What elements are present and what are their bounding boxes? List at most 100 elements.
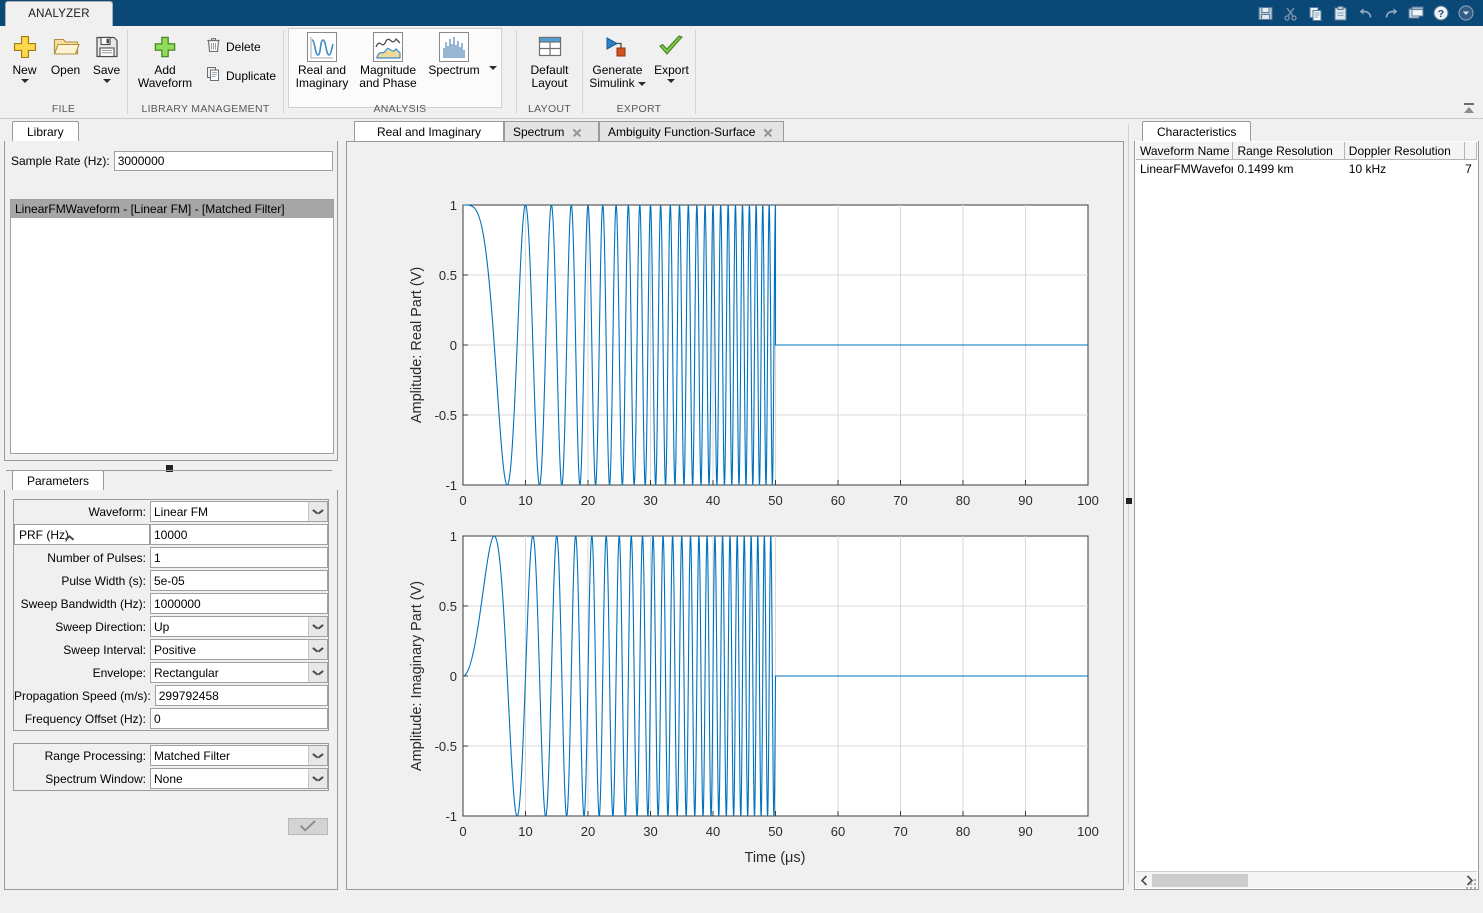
ribbon-group-library-label: LIBRARY MANAGEMENT: [128, 103, 283, 118]
column-header-waveform-name[interactable]: Waveform Name: [1136, 142, 1233, 160]
svg-text:20: 20: [581, 493, 595, 508]
prf-unit-select[interactable]: PRF (Hz): [14, 524, 150, 545]
duplicate-icon: [206, 66, 221, 85]
scroll-left-icon[interactable]: [1136, 873, 1152, 888]
tab-library[interactable]: Library: [12, 121, 79, 142]
right-panel-vertical-splitter[interactable]: [1126, 498, 1132, 504]
collapse-ribbon-button[interactable]: [1461, 101, 1477, 116]
column-header-range-resolution[interactable]: Range Resolution: [1233, 142, 1344, 160]
prf-value-input[interactable]: 10000: [150, 524, 328, 545]
svg-text:90: 90: [1018, 824, 1032, 839]
waveform-select[interactable]: Linear FM: [150, 501, 328, 522]
redo-icon[interactable]: [1379, 3, 1402, 24]
chevron-down-icon: [308, 663, 327, 682]
library-panel: Library Sample Rate (Hz): 3000000 Linear…: [4, 121, 338, 461]
real-and-imaginary-button[interactable]: Real and Imaginary: [289, 32, 355, 90]
duplicate-button[interactable]: Duplicate: [202, 63, 280, 88]
close-icon[interactable]: [572, 128, 581, 137]
save-icon[interactable]: [1254, 3, 1277, 24]
sweep-interval-value: Positive: [154, 643, 196, 657]
paste-icon[interactable]: [1329, 3, 1352, 24]
undo-icon[interactable]: [1354, 3, 1377, 24]
generate-simulink-dropdown-caret[interactable]: [638, 82, 646, 86]
new-button[interactable]: New: [4, 26, 45, 83]
real-part-ylabel: Amplitude: Real Part (V): [409, 267, 425, 423]
svg-text:50: 50: [768, 824, 782, 839]
cut-icon[interactable]: [1279, 3, 1302, 24]
new-dropdown-caret[interactable]: [21, 79, 29, 83]
number-of-pulses-input[interactable]: 1: [150, 547, 328, 568]
param-row-waveform: Waveform: Linear FM: [14, 500, 328, 523]
chevron-down-icon: [489, 66, 497, 70]
analysis-gallery-more-button[interactable]: [484, 28, 502, 108]
spectrum-window-select[interactable]: None: [150, 768, 328, 789]
sweep-bandwidth-input[interactable]: 1000000: [150, 593, 328, 614]
duplicate-label: Duplicate: [226, 69, 276, 83]
help-icon[interactable]: ?: [1429, 3, 1452, 24]
column-header-next[interactable]: [1465, 142, 1477, 160]
svg-text:-0.5: -0.5: [435, 739, 457, 754]
cell-range-resolution: 0.1499 km: [1233, 160, 1344, 177]
envelope-select[interactable]: Rectangular: [150, 662, 328, 683]
folder-open-icon: [52, 30, 80, 64]
tab-spectrum[interactable]: Spectrum: [504, 121, 599, 142]
sweep-interval-select[interactable]: Positive: [150, 639, 328, 660]
param-label-sweep-interval: Sweep Interval:: [14, 643, 150, 657]
imaginary-part-ylabel: Amplitude: Imaginary Part (V): [409, 581, 425, 771]
parameters-panel: Parameters Waveform: Linear FM PRF (Hz): [4, 470, 338, 890]
apply-button[interactable]: [288, 818, 328, 835]
param-row-propagation-speed: Propagation Speed (m/s): 299792458: [14, 684, 328, 707]
tab-library-label: Library: [27, 125, 64, 139]
generate-simulink-button[interactable]: Generate Simulink: [587, 26, 648, 90]
tab-ambiguity-function-surface[interactable]: Ambiguity Function-Surface: [599, 121, 784, 142]
add-waveform-button[interactable]: Add Waveform: [134, 26, 196, 90]
chevron-down-circle-icon[interactable]: [1454, 3, 1477, 24]
ribbon-group-library-management: Add Waveform Delete Duplicate: [128, 26, 283, 119]
parameters-group-waveform: Waveform: Linear FM PRF (Hz) 10000: [13, 499, 329, 731]
spectrum-button[interactable]: Spectrum: [421, 32, 487, 77]
param-label-spectrum-window: Spectrum Window:: [14, 772, 150, 786]
export-dropdown-caret[interactable]: [667, 79, 675, 83]
list-item[interactable]: LinearFMWaveform - [Linear FM] - [Matche…: [11, 200, 333, 218]
param-row-pulse-width: Pulse Width (s): 5e-05: [14, 569, 328, 592]
frequency-offset-input[interactable]: 0: [150, 708, 328, 729]
delete-button[interactable]: Delete: [202, 34, 280, 59]
resize-grip[interactable]: [1465, 878, 1477, 890]
column-header-doppler-resolution[interactable]: Doppler Resolution: [1345, 142, 1465, 160]
svg-text:30: 30: [643, 493, 657, 508]
svg-text:0: 0: [459, 824, 466, 839]
sample-rate-label: Sample Rate (Hz):: [11, 154, 110, 168]
open-button[interactable]: Open: [45, 26, 86, 77]
scrollbar-thumb[interactable]: [1152, 874, 1248, 887]
export-button[interactable]: Export: [648, 26, 695, 83]
magnitude-and-phase-button[interactable]: Magnitude and Phase: [355, 32, 421, 90]
waveform-analyzer-window: ANALYZER ?: [0, 0, 1483, 913]
param-label-sweep-bandwidth: Sweep Bandwidth (Hz):: [14, 597, 150, 611]
propagation-speed-input[interactable]: 299792458: [155, 685, 328, 706]
chevron-down-icon: [308, 617, 327, 636]
tab-real-and-imaginary[interactable]: Real and Imaginary: [354, 121, 504, 142]
tab-analyzer[interactable]: ANALYZER: [5, 1, 113, 26]
sweep-direction-select[interactable]: Up: [150, 616, 328, 637]
default-layout-button[interactable]: Default Layout: [520, 26, 580, 90]
table-row[interactable]: LinearFMWaveform 0.1499 km 10 kHz 7: [1136, 160, 1477, 177]
save-dropdown-caret[interactable]: [103, 79, 111, 83]
ribbon-group-analysis-label: ANALYSIS: [284, 103, 516, 118]
pulse-width-input[interactable]: 5e-05: [150, 570, 328, 591]
range-processing-select[interactable]: Matched Filter: [150, 745, 328, 766]
close-icon[interactable]: [763, 128, 772, 137]
ribbon-group-analysis: Real and Imaginary Magnitude and Ph: [284, 26, 516, 119]
cascade-windows-icon[interactable]: [1404, 3, 1427, 24]
characteristics-horizontal-scrollbar[interactable]: [1136, 871, 1477, 888]
parameters-body: Waveform: Linear FM PRF (Hz) 10000: [4, 490, 338, 890]
magnitude-phase-label-2: and Phase: [359, 77, 416, 90]
param-label-waveform: Waveform:: [14, 505, 150, 519]
tab-characteristics[interactable]: Characteristics: [1142, 121, 1251, 142]
waveform-list[interactable]: LinearFMWaveform - [Linear FM] - [Matche…: [10, 199, 334, 454]
sample-rate-input[interactable]: 3000000: [114, 151, 333, 171]
svg-text:-1: -1: [445, 809, 457, 824]
save-button[interactable]: Save: [86, 26, 127, 83]
copy-icon[interactable]: [1304, 3, 1327, 24]
tab-parameters[interactable]: Parameters: [12, 470, 104, 491]
sample-rate-value: 3000000: [118, 154, 165, 168]
